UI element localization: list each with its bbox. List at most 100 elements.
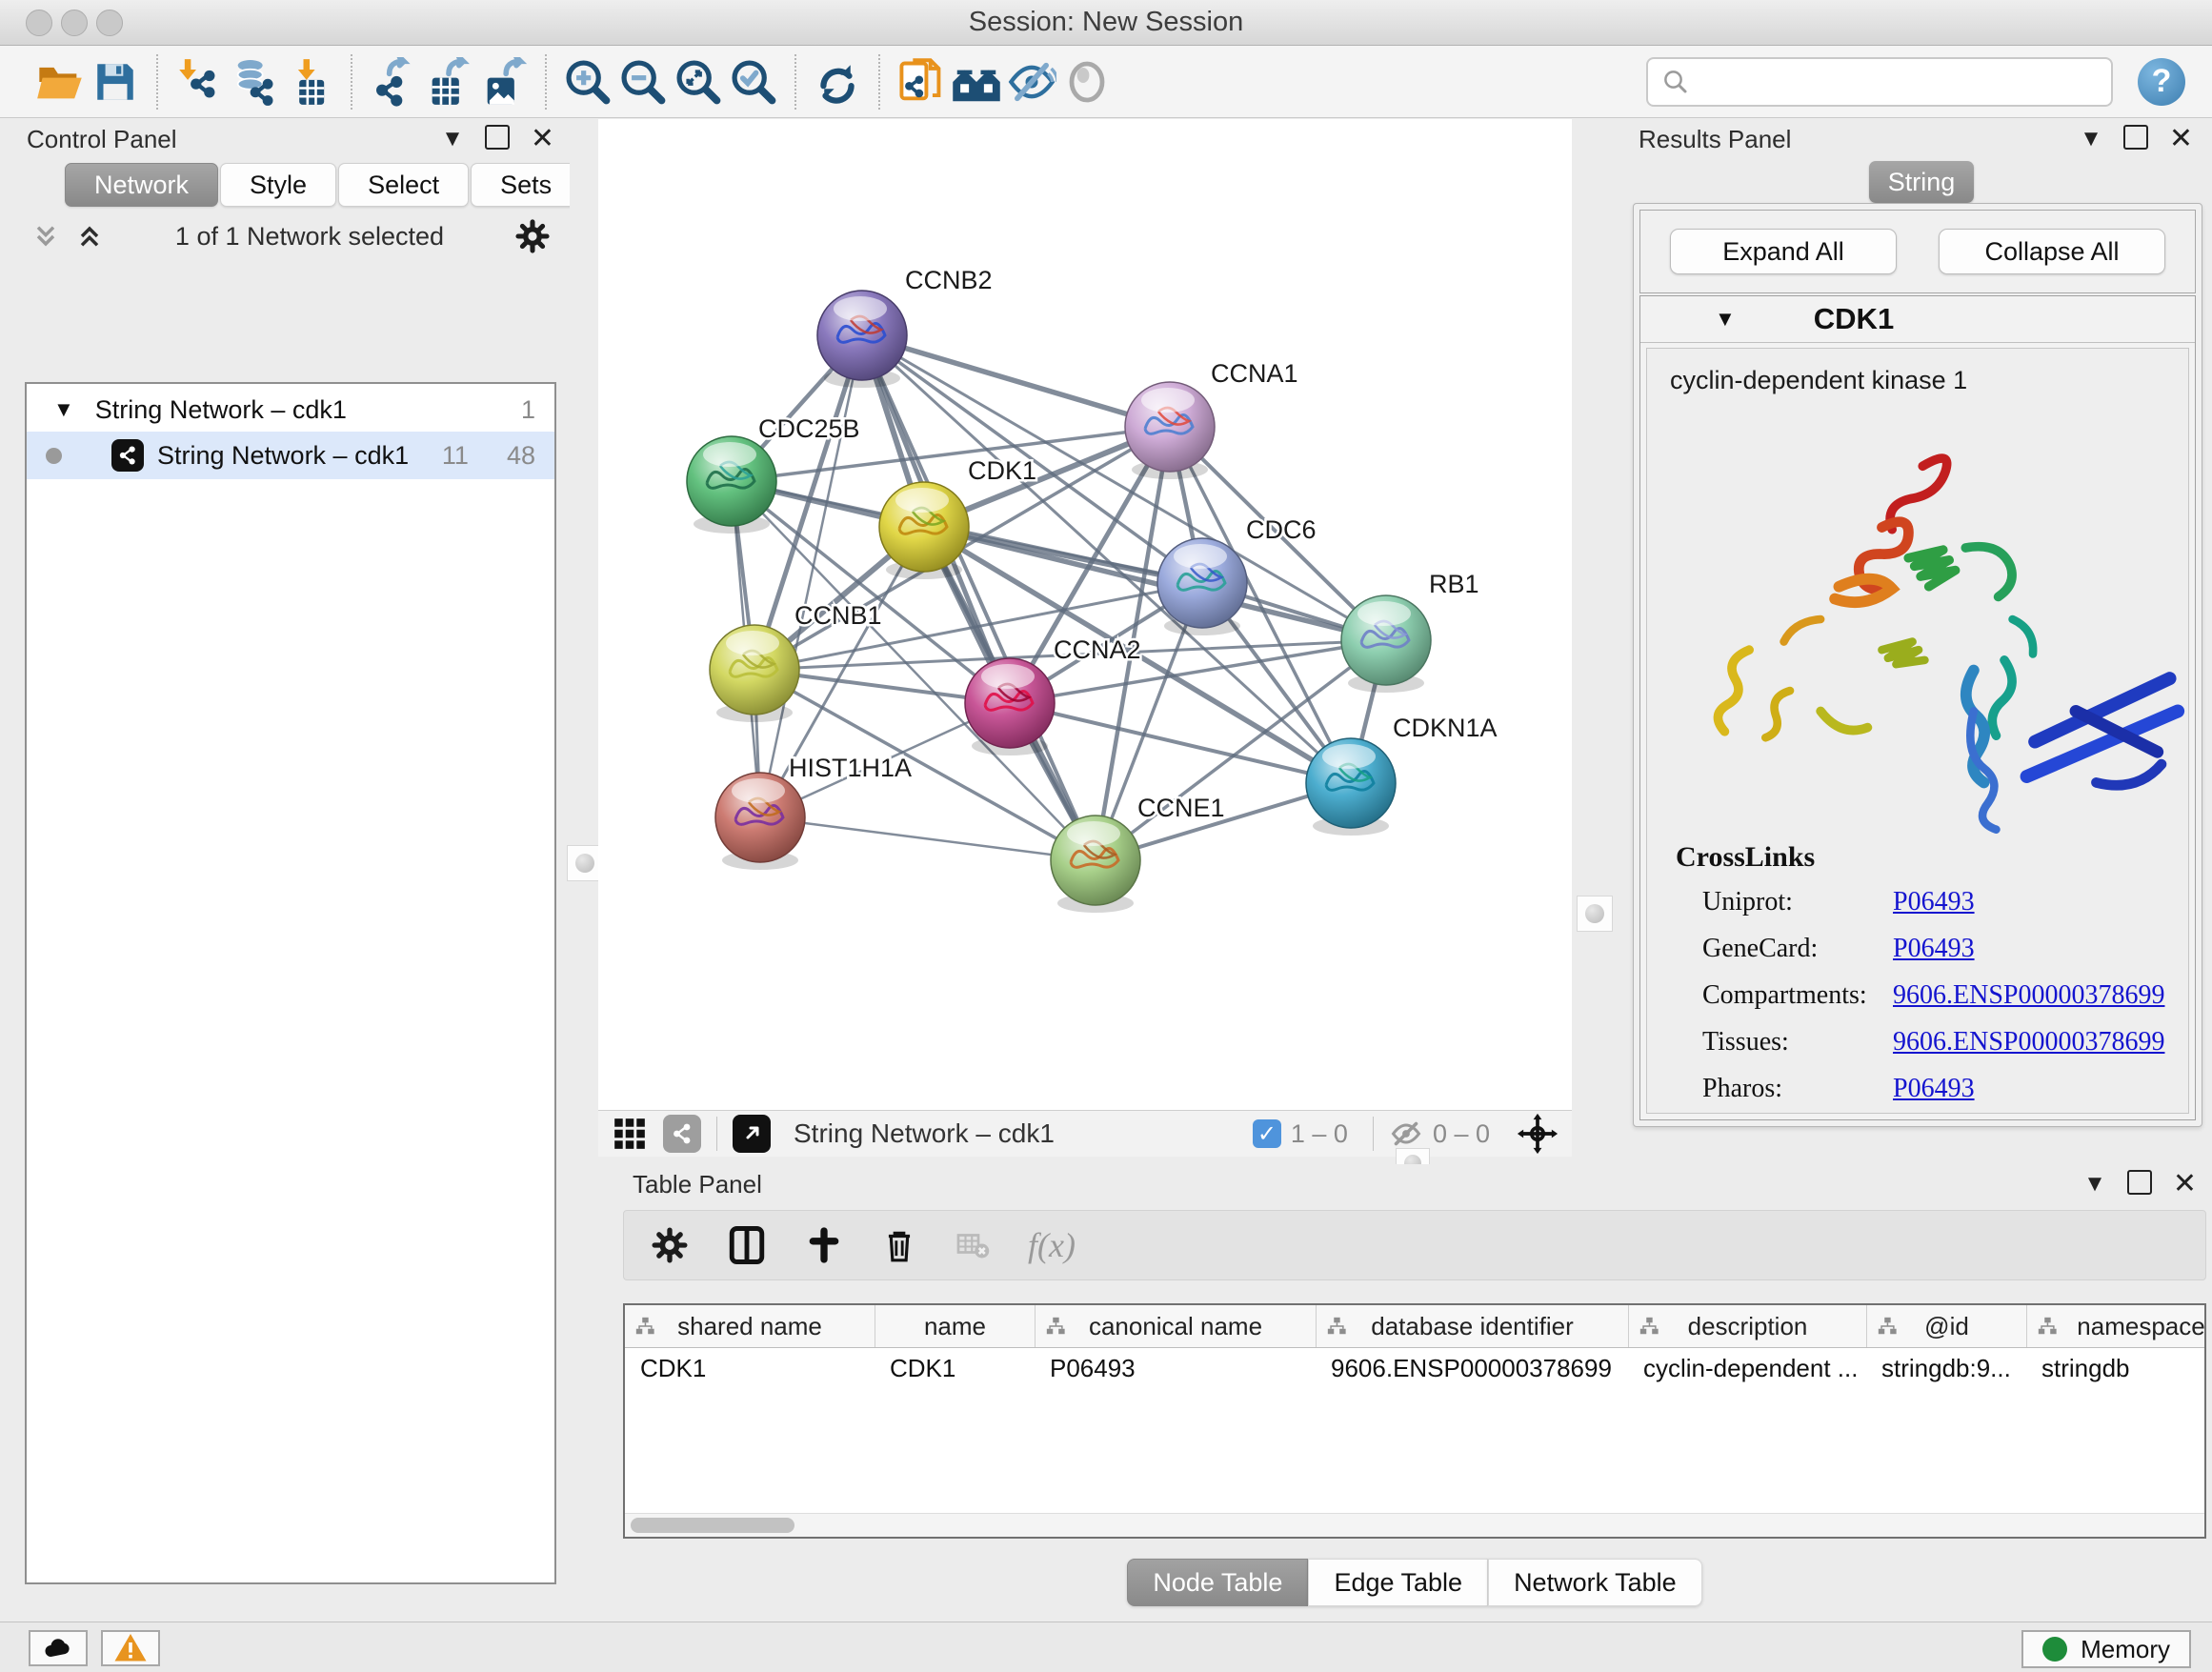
network-node-CDKN1A[interactable]: CDKN1A	[1306, 714, 1498, 836]
compartments-link[interactable]: 9606.ENSP00000378699	[1893, 980, 2164, 1011]
network-edge[interactable]	[760, 335, 862, 817]
column-header-description[interactable]: description	[1628, 1305, 1866, 1347]
float-panel-icon[interactable]: ▼	[441, 128, 464, 151]
tab-sets[interactable]: Sets	[471, 163, 581, 207]
collection-expand-icon[interactable]: ▼	[53, 397, 74, 422]
show-columns-icon[interactable]	[727, 1225, 767, 1265]
detach-view-icon[interactable]	[733, 1115, 771, 1153]
network-node-CCNB2[interactable]: CCNB2	[817, 266, 993, 388]
cell-id[interactable]: stringdb:9...	[1866, 1348, 2026, 1388]
import-network-from-file-icon	[174, 57, 224, 107]
tab-string-results[interactable]: String	[1869, 161, 1974, 203]
import-table-from-file-button[interactable]	[282, 54, 337, 110]
pharos-link[interactable]: P06493	[1893, 1074, 1975, 1104]
maximize-panel-icon[interactable]	[2127, 1170, 2152, 1199]
table-tabs: Node Table Edge Table Network Table	[617, 1559, 2212, 1606]
zoom-selected-button[interactable]	[726, 54, 781, 110]
cell-namespace[interactable]: stringdb	[2026, 1348, 2206, 1388]
column-header-id[interactable]: @id	[1866, 1305, 2026, 1347]
column-header-namespace[interactable]: namespace	[2026, 1305, 2206, 1347]
tab-node-table[interactable]: Node Table	[1127, 1559, 1308, 1606]
export-network-button[interactable]	[366, 54, 421, 110]
show-all-button[interactable]	[1059, 54, 1115, 110]
genecard-link[interactable]: P06493	[1893, 934, 1975, 964]
import-network-from-database-button[interactable]	[227, 54, 282, 110]
memory-button[interactable]: Memory	[2021, 1630, 2191, 1668]
search-input[interactable]	[1699, 62, 2103, 102]
network-edge[interactable]	[760, 817, 1096, 860]
selected-nodes-checkbox[interactable]: ✓	[1253, 1119, 1281, 1148]
network-canvas[interactable]: CCNB2CCNA1CDC25BCDK1CDC6RB1CCNB1CCNA2CDK…	[598, 119, 1572, 1110]
maximize-panel-icon[interactable]	[485, 125, 510, 154]
network-edge[interactable]	[862, 335, 1170, 427]
collapse-all-networks-icon[interactable]	[30, 221, 61, 252]
network-node-HIST1H1A[interactable]: HIST1H1A	[715, 754, 912, 870]
hide-selected-button[interactable]	[1004, 54, 1059, 110]
delete-column-icon[interactable]	[881, 1227, 917, 1263]
cell-description[interactable]: cyclin-dependent ...	[1628, 1348, 1866, 1388]
column-header-shared-name[interactable]: shared name	[625, 1305, 875, 1347]
column-header-name[interactable]: name	[875, 1305, 1035, 1347]
float-panel-icon[interactable]: ▼	[2083, 1173, 2106, 1196]
export-image-button[interactable]	[476, 54, 532, 110]
cloud-button[interactable]	[29, 1630, 88, 1666]
add-column-icon[interactable]	[805, 1226, 843, 1264]
cell-shared-name[interactable]: CDK1	[625, 1348, 875, 1388]
zoom-fit-button[interactable]	[671, 54, 726, 110]
tab-network-table[interactable]: Network Table	[1488, 1559, 1702, 1606]
open-session-button[interactable]	[32, 54, 88, 110]
table-horizontal-scrollbar[interactable]	[625, 1513, 2204, 1537]
tab-select[interactable]: Select	[338, 163, 469, 207]
shared-column-icon	[634, 1316, 655, 1337]
network-row-label: String Network – cdk1	[157, 441, 442, 471]
network-node-CCNA1[interactable]: CCNA1	[1125, 359, 1298, 479]
tab-edge-table[interactable]: Edge Table	[1308, 1559, 1488, 1606]
expand-all-networks-icon[interactable]	[74, 221, 105, 252]
uniprot-link[interactable]: P06493	[1893, 887, 1975, 917]
refresh-button[interactable]	[810, 54, 865, 110]
share-document-button[interactable]	[894, 54, 949, 110]
string-home-button[interactable]	[949, 54, 1004, 110]
network-results-splitter[interactable]	[1572, 119, 1619, 1158]
table-options-gear-icon[interactable]	[651, 1226, 689, 1264]
protein-collapse-icon[interactable]: ▼	[1715, 307, 1736, 332]
float-panel-icon[interactable]: ▼	[2080, 128, 2102, 151]
expand-all-button[interactable]: Expand All	[1670, 229, 1897, 274]
grid-view-icon[interactable]	[612, 1116, 648, 1152]
column-header-canonical-name[interactable]: canonical name	[1035, 1305, 1316, 1347]
tissues-link[interactable]: 9606.ENSP00000378699	[1893, 1027, 2164, 1058]
import-network-from-file-button[interactable]	[171, 54, 227, 110]
network-node-CCNB1[interactable]: CCNB1	[710, 601, 882, 722]
birds-eye-view-icon[interactable]	[1517, 1113, 1558, 1155]
network-options-gear-icon[interactable]	[514, 218, 551, 254]
results-splitter-handle[interactable]	[1577, 896, 1613, 932]
control-network-splitter[interactable]	[570, 119, 598, 1158]
tab-style[interactable]: Style	[220, 163, 336, 207]
tab-network[interactable]: Network	[65, 163, 218, 207]
close-panel-icon[interactable]: ✕	[531, 125, 554, 153]
cell-name[interactable]: CDK1	[875, 1348, 1035, 1388]
node-label: CCNE1	[1137, 794, 1225, 822]
string-view-icon[interactable]	[663, 1115, 701, 1153]
close-panel-icon[interactable]: ✕	[2173, 1170, 2197, 1199]
network-row[interactable]: String Network – cdk1 11 48	[27, 432, 554, 479]
maximize-panel-icon[interactable]	[2123, 125, 2148, 154]
network-collection-row[interactable]: ▼ String Network – cdk1 1	[27, 384, 554, 432]
column-header-database-identifier[interactable]: database identifier	[1316, 1305, 1628, 1347]
zoom-out-button[interactable]	[615, 54, 671, 110]
network-node-RB1[interactable]: RB1	[1341, 570, 1479, 693]
zoom-in-button[interactable]	[560, 54, 615, 110]
cell-canonical-name[interactable]: P06493	[1035, 1348, 1316, 1388]
save-session-button[interactable]	[88, 54, 143, 110]
hidden-eye-icon[interactable]	[1389, 1117, 1423, 1151]
scrollbar-thumb[interactable]	[631, 1518, 794, 1533]
collapse-all-button[interactable]: Collapse All	[1939, 229, 2165, 274]
warnings-button[interactable]	[101, 1630, 160, 1666]
help-button[interactable]: ?	[2138, 58, 2185, 106]
export-table-button[interactable]	[421, 54, 476, 110]
table-row[interactable]: CDK1 CDK1 P06493 9606.ENSP00000378699 cy…	[625, 1348, 2204, 1388]
network-node-CCNE1[interactable]: CCNE1	[1051, 794, 1225, 913]
crosslink-label: GeneCard:	[1702, 934, 1893, 964]
close-panel-icon[interactable]: ✕	[2169, 125, 2193, 153]
cell-database-identifier[interactable]: 9606.ENSP00000378699	[1316, 1348, 1628, 1388]
